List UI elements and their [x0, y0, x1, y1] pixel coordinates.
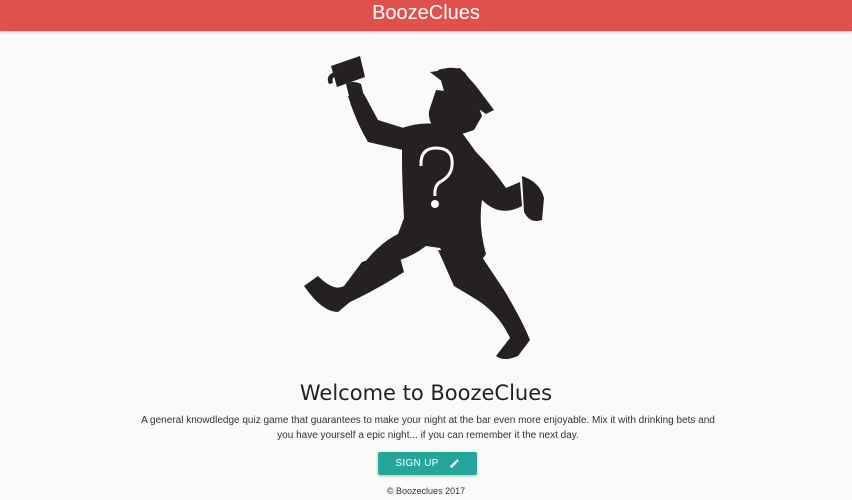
brand-logo-link[interactable]: BoozeClues — [0, 1, 852, 25]
welcome-heading: Welcome to BoozeClues — [299, 381, 553, 405]
sign-up-button[interactable]: SIGN UP — [378, 452, 477, 475]
drinking-man-silhouette-icon — [298, 50, 558, 362]
game-description: A general knowdledge quiz game that guar… — [141, 415, 715, 441]
pencil-icon — [449, 458, 460, 469]
sign-up-label: SIGN UP — [395, 458, 439, 469]
footer-copyright: © Boozeclues 2017 — [386, 486, 466, 496]
top-navbar: BoozeClues — [0, 0, 852, 31]
